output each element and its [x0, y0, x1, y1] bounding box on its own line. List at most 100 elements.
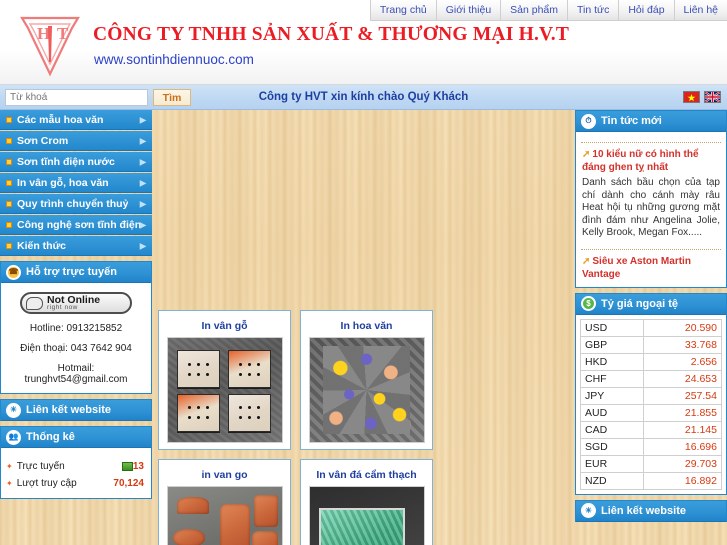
forex-rate: 21.855	[643, 403, 722, 422]
product-title[interactable]: In hoa văn	[305, 316, 428, 337]
language-switcher	[683, 91, 721, 103]
support-panel-title: Hỗ trợ trực tuyến	[26, 266, 117, 278]
divider	[581, 248, 721, 250]
forex-rate: 24.653	[643, 369, 722, 388]
table-row: JPY 257.54	[579, 386, 722, 405]
forex-code: HKD	[579, 352, 645, 371]
nav-item-lien-he[interactable]: Liên hệ	[673, 0, 727, 21]
product-image-floral-pattern-panel	[308, 337, 425, 443]
product-title[interactable]: In vân đá cẩm thạch	[305, 465, 428, 486]
bullet-square-icon	[6, 221, 12, 228]
nav-item-tin-tuc[interactable]: Tin tức	[567, 0, 619, 21]
support-email[interactable]: Hotmail: trunghvt54@gmail.com	[6, 363, 146, 385]
stat-label-visits: Lượt truy cập	[16, 478, 77, 489]
flag-vietnam-icon[interactable]	[683, 91, 700, 103]
forex-rate: 16.892	[643, 471, 722, 490]
website-links-header-left[interactable]: ☀ Liên kết website	[1, 400, 151, 421]
hvt-diamond-logo-icon: H T	[20, 16, 80, 77]
website-links-panel-left: ☀ Liên kết website	[0, 399, 152, 421]
forex-code: CHF	[579, 369, 645, 388]
product-card[interactable]: In vân đá cẩm thạch	[300, 459, 433, 545]
forex-code: NZD	[579, 471, 645, 490]
clock-icon: ⏱	[581, 113, 596, 129]
nav-item-gioi-thieu[interactable]: Giới thiệu	[435, 0, 501, 21]
diamond-bullet-icon: ✦	[6, 462, 13, 471]
forex-code: GBP	[579, 335, 645, 354]
forex-rate: 33.768	[643, 335, 722, 354]
forex-code: SGD	[579, 437, 645, 456]
forex-panel-header: $ Tỷ giá ngoại tệ	[576, 293, 726, 315]
arrow-bullet-icon: ➚	[582, 255, 591, 267]
forex-code: JPY	[579, 386, 645, 405]
product-area: In vân gỗ In hoa văn in van go In vân đá…	[158, 110, 569, 545]
menu-item-in-van-go-hoa-van[interactable]: In vân gỗ, hoa văn ▶	[0, 173, 152, 193]
product-title[interactable]: In vân gỗ	[163, 316, 286, 337]
statistics-panel: 👥 Thống kê ✦ Trực tuyến 13 ✦ Lượt truy c…	[0, 426, 152, 499]
menu-item-label: Quy trình chuyển thuỷ	[17, 197, 129, 210]
menu-item-cong-nghe-son-tinh-dien[interactable]: Công nghệ sơn tĩnh điện ▶	[0, 215, 152, 235]
stat-row-online: ✦ Trực tuyến 13	[6, 458, 146, 475]
website-links-title-left: Liên kết website	[26, 404, 111, 416]
news-item-title[interactable]: ➚ 10 kiểu nữ có hình thể đáng ghen tỵ nhấ…	[582, 148, 720, 174]
table-row: AUD 21.855	[579, 403, 722, 422]
forex-panel-title: Tỷ giá ngoại tệ	[601, 297, 679, 310]
statistics-panel-header: 👥 Thống kê	[1, 427, 151, 448]
divider	[581, 142, 721, 143]
news-title-text: 10 kiểu nữ có hình thể đáng ghen tỵ nhất	[582, 149, 699, 173]
table-row: EUR 29.703	[579, 454, 722, 473]
bullet-square-icon	[6, 137, 12, 144]
table-row: USD 20.590	[579, 318, 722, 337]
stat-value-online: 13	[132, 461, 144, 472]
statistics-panel-title: Thống kê	[26, 431, 75, 443]
forex-code: EUR	[579, 454, 645, 473]
bullet-square-icon	[6, 242, 12, 249]
website-links-panel-right: ☀ Liên kết website	[575, 499, 727, 522]
stat-label-online: Trực tuyến	[16, 461, 65, 472]
news-panel-body: ➚ 10 kiểu nữ có hình thể đáng ghen tỵ nhấ…	[576, 132, 726, 287]
news-item-title[interactable]: ➚ Siêu xe Aston Martin Vantage	[582, 255, 720, 281]
forex-panel: $ Tỷ giá ngoại tệ USD 20.590 GBP 33.768	[575, 292, 727, 495]
support-panel: ☎ Hỗ trợ trực tuyến Not Online right now…	[0, 261, 152, 394]
floral-panel	[323, 346, 410, 434]
stat-row-visits: ✦ Lượt truy cập 70,124	[6, 475, 146, 492]
company-logo[interactable]: H T	[10, 2, 90, 82]
menu-item-label: In vân gỗ, hoa văn	[17, 176, 109, 189]
bullet-square-icon	[6, 179, 12, 186]
news-item-summary: Danh sách bầu chọn của tạp chí dành cho …	[582, 177, 720, 238]
forex-code: CAD	[579, 420, 645, 439]
nav-item-hoi-dap[interactable]: Hỏi đáp	[618, 0, 674, 21]
forex-rate: 29.703	[643, 454, 722, 473]
chevron-right-icon: ▶	[139, 136, 146, 145]
forex-rate: 21.145	[643, 420, 722, 439]
menu-item-kien-thuc[interactable]: Kiến thức ▶	[0, 236, 152, 256]
globe-icon: ☀	[581, 503, 596, 518]
menu-item-cac-mau-hoa-van[interactable]: Các mẫu hoa văn ▶	[0, 110, 152, 130]
online-status-subtext: right now	[47, 304, 78, 311]
table-row: GBP 33.768	[579, 335, 722, 354]
arrow-bullet-icon: ➚	[582, 149, 591, 160]
chat-bubble-icon	[26, 296, 43, 310]
headset-icon: ☎	[6, 264, 21, 280]
product-grid: In vân gỗ In hoa văn in van go In vân đá…	[158, 110, 569, 545]
nav-item-trang-chu[interactable]: Trang chủ	[369, 0, 436, 21]
website-links-header-right[interactable]: ☀ Liên kết website	[576, 500, 726, 522]
company-website[interactable]: www.sontinhdiennuoc.com	[94, 52, 254, 67]
menu-item-son-crom[interactable]: Sơn Crom ▶	[0, 131, 152, 151]
forex-panel-body: USD 20.590 GBP 33.768 HKD 2.656 CHF 24.6…	[576, 315, 726, 494]
nav-item-san-pham[interactable]: Sản phẩm	[500, 0, 568, 21]
chevron-right-icon: ▶	[139, 157, 146, 166]
product-card[interactable]: in van go	[158, 459, 291, 545]
flag-english-icon[interactable]	[704, 91, 721, 103]
chevron-right-icon: ▶	[139, 178, 146, 187]
news-panel-header: ⏱ Tin tức mới	[576, 111, 726, 132]
table-row: HKD 2.656	[579, 352, 722, 371]
online-status-badge[interactable]: Not Online right now	[20, 292, 132, 314]
forex-code: USD	[579, 318, 645, 337]
menu-item-son-tinh-dien-nuoc[interactable]: Sơn tĩnh điện nước ▶	[0, 152, 152, 172]
product-title[interactable]: in van go	[163, 465, 286, 486]
table-row: CAD 21.145	[579, 420, 722, 439]
menu-item-quy-trinh-chuyen-thuy[interactable]: Quy trình chuyển thuỷ ▶	[0, 194, 152, 214]
news-panel: ⏱ Tin tức mới ➚ 10 kiểu nữ có hình thể đá…	[575, 110, 727, 288]
product-card[interactable]: In vân gỗ	[158, 310, 291, 450]
product-card[interactable]: In hoa văn	[300, 310, 433, 450]
